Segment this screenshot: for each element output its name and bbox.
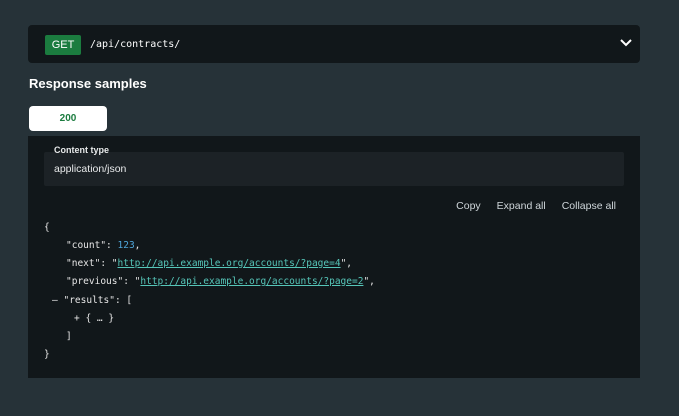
content-type-label: Content type — [54, 145, 109, 155]
json-line-results: – "results": [ — [52, 295, 133, 306]
json-results-close-bracket: ] — [66, 331, 72, 342]
json-value-count: 123 — [117, 240, 135, 251]
json-results-open-bracket: [ — [126, 295, 133, 306]
json-line-results-item: + { … } — [74, 313, 114, 324]
json-key-results: "results" — [63, 295, 115, 306]
response-sample-panel: Content type application/json Copy Expan… — [28, 136, 640, 378]
json-line-count: "count": 123, — [66, 240, 141, 251]
expand-all-button[interactable]: Expand all — [497, 200, 546, 212]
expand-item-toggle[interactable]: + — [74, 313, 80, 324]
tab-status-200[interactable]: 200 — [29, 106, 107, 131]
json-key-count: "count" — [66, 240, 107, 251]
collapse-all-button[interactable]: Collapse all — [562, 200, 616, 212]
collapse-results-toggle[interactable]: – — [52, 295, 58, 306]
response-samples-title: Response samples — [29, 76, 147, 91]
json-link-next[interactable]: http://api.example.org/accounts/?page=4 — [118, 258, 341, 269]
json-results-item[interactable]: { … } — [85, 313, 114, 324]
json-line-previous: "previous": "http://api.example.org/acco… — [66, 276, 375, 287]
json-open-brace: { — [44, 222, 50, 233]
json-close-brace: } — [44, 349, 50, 360]
endpoint-path: /api/contracts/ — [90, 39, 181, 50]
chevron-down-icon[interactable] — [618, 35, 634, 51]
code-actions: Copy Expand all Collapse all — [456, 200, 616, 212]
endpoint-header[interactable]: GET /api/contracts/ — [28, 25, 640, 63]
http-method-badge: GET — [45, 35, 81, 55]
json-line-next: "next": "http://api.example.org/accounts… — [66, 258, 353, 269]
json-key-next: "next" — [66, 258, 101, 269]
json-key-previous: "previous" — [66, 276, 124, 287]
content-type-value: application/json — [54, 163, 127, 175]
copy-button[interactable]: Copy — [456, 200, 481, 212]
content-type-selector[interactable]: Content type application/json — [44, 145, 624, 186]
json-link-previous[interactable]: http://api.example.org/accounts/?page=2 — [140, 276, 363, 287]
